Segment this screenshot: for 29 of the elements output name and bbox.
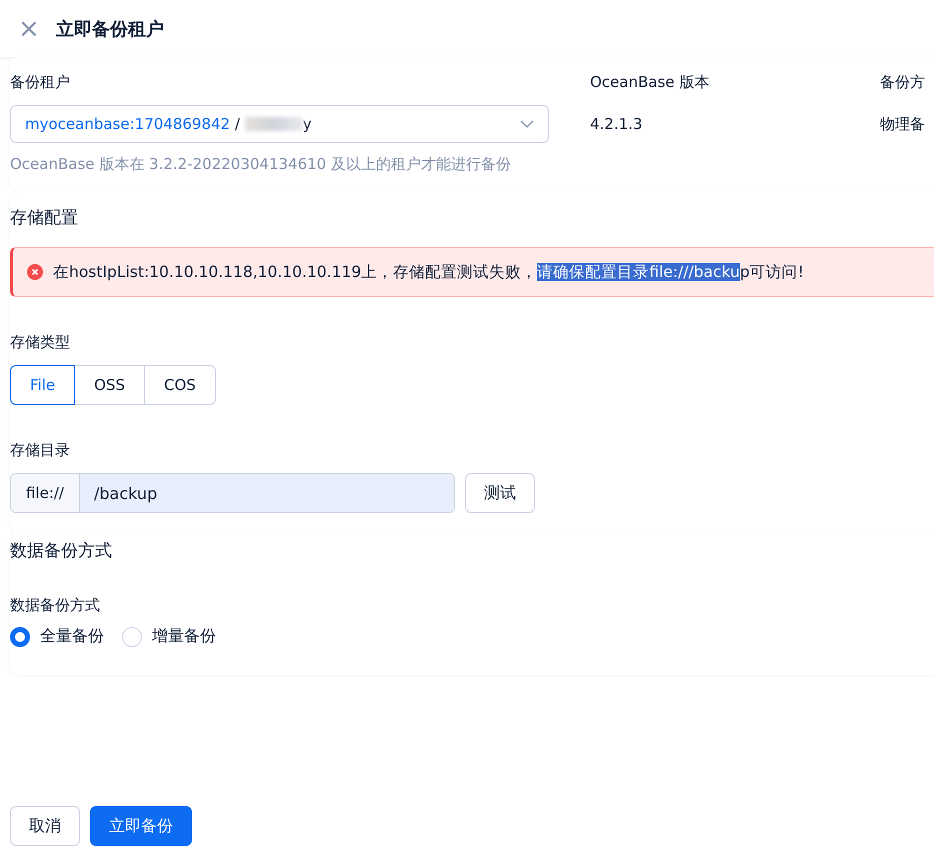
storage-type-option[interactable]: COS xyxy=(144,365,216,405)
directory-input[interactable]: file:// /backup xyxy=(10,473,455,513)
section-title: 数据备份方式 xyxy=(10,540,113,562)
field-label: 存储类型 xyxy=(10,333,70,351)
storage-type-option[interactable]: File xyxy=(10,365,76,405)
field-value: 物理备 xyxy=(880,114,926,135)
field-label: OceanBase 版本 xyxy=(590,72,710,93)
tenant-select[interactable]: myoceanbase:1704869842 / y xyxy=(10,105,549,143)
radio-option[interactable]: 全量备份 xyxy=(10,626,104,647)
prefix-addon: file:// xyxy=(11,474,80,512)
field-value: 4.2.1.3 xyxy=(590,114,644,135)
radio-option[interactable]: 增量备份 xyxy=(122,626,216,647)
error-icon xyxy=(27,264,43,280)
tenant-name: myoceanbase:1704869842 xyxy=(25,115,230,133)
backup-button[interactable]: 立即备份 xyxy=(90,806,192,846)
section-title: 存储配置 xyxy=(10,207,79,229)
tenant-suffix: y xyxy=(302,115,312,133)
storage-type-option[interactable]: OSS xyxy=(74,365,145,405)
test-button[interactable]: 测试 xyxy=(465,473,535,513)
alert-message: 在hostIpList:10.10.10.118,10.10.10.119上，存储配置测试失败，请确保配置目录file:///backup可访问! xyxy=(53,262,804,282)
help-text: OceanBase 版本在 3.2.2-20220304134610 及以上的租户才能进行备份 xyxy=(10,155,512,174)
chevron-down-icon xyxy=(520,120,534,128)
cancel-button[interactable]: 取消 xyxy=(10,806,80,846)
separator: / xyxy=(234,115,241,133)
dialog-title: 立即备份租户 xyxy=(56,18,164,40)
field-label: 备份租户 xyxy=(10,72,71,93)
field-label: 数据备份方式 xyxy=(10,596,100,614)
field-label: 备份方 xyxy=(880,72,926,93)
field-label: 存储目录 xyxy=(10,441,70,459)
